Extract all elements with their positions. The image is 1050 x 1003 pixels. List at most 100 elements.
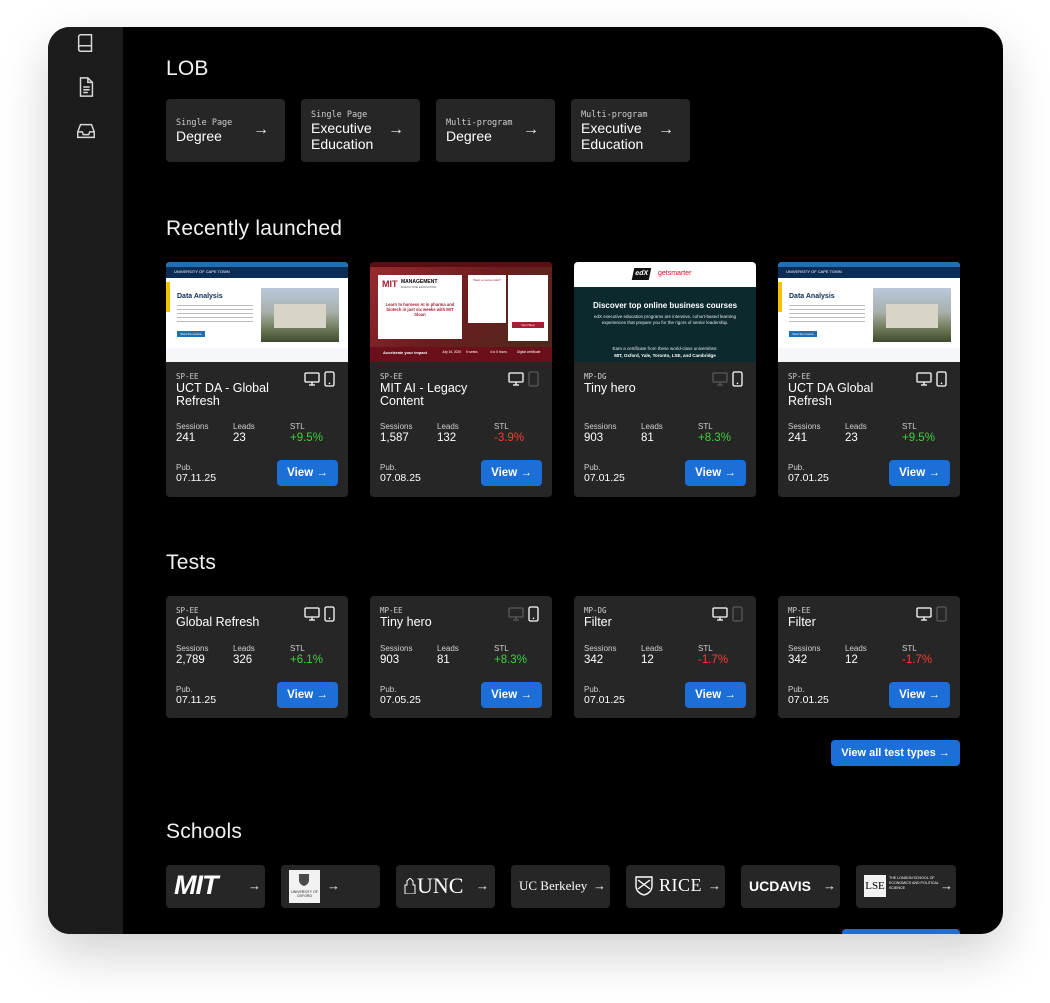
lob-label-2: Education — [311, 136, 374, 152]
lob-type: Single Page — [176, 118, 233, 128]
lob-label-2: Education — [581, 136, 644, 152]
sessions-label: Sessions — [176, 644, 209, 653]
mobile-icon — [936, 371, 947, 387]
recent-card[interactable]: edX getsmarter Discover top online busin… — [574, 262, 756, 497]
pub-date: 07.01.25 — [788, 472, 829, 484]
thumb-heading: Learn to harness AI in pharma and biotec… — [385, 302, 455, 317]
test-card[interactable]: SP-EE Global Refresh Sessions 2,789 Lead… — [166, 596, 348, 718]
stl-value: +8.3% — [698, 432, 731, 444]
arrow-right-icon: → — [327, 878, 340, 893]
app-window: LOB Single Page Degree → Single Page Exe… — [48, 27, 1003, 934]
thumb-earn: Earn a certificate from these world-clas… — [612, 346, 718, 351]
lob-type: Single Page — [311, 110, 368, 120]
recent-card[interactable]: UNIVERSITY OF CAPE TOWN Data Analysis St… — [166, 262, 348, 497]
schools-heading: Schools — [166, 820, 243, 843]
desktop-icon — [916, 607, 932, 621]
view-button[interactable]: View → — [277, 682, 338, 708]
thumb-heading: Data Analysis — [789, 293, 835, 300]
sessions-value: 241 — [788, 432, 808, 444]
stl-value: +6.1% — [290, 654, 323, 666]
school-lse[interactable]: LSE THE LONDON SCHOOL OF ECONOMICS AND P… — [856, 865, 956, 908]
lob-type: Multi-program — [446, 118, 513, 128]
berkeley-logo: UC Berkeley — [519, 878, 588, 893]
school-unc[interactable]: UNC → — [396, 865, 495, 908]
sessions-label: Sessions — [584, 644, 617, 653]
pub-date: 07.01.25 — [788, 694, 829, 706]
tests-heading: Tests — [166, 551, 217, 574]
view-button[interactable]: View → — [481, 682, 542, 708]
partial-button[interactable] — [842, 929, 960, 934]
stl-label: STL — [290, 422, 305, 431]
thumb-heading: Discover top online business courses — [592, 301, 738, 310]
recent-card[interactable]: MIT MANAGEMENT EXECUTIVE EDUCATION Learn… — [370, 262, 552, 497]
desktop-icon-disabled — [508, 607, 524, 621]
school-rice[interactable]: RICE → — [626, 865, 725, 908]
leads-label: Leads — [641, 422, 663, 431]
desktop-icon — [508, 372, 524, 386]
lob-sp-degree[interactable]: Single Page Degree → — [166, 99, 285, 162]
thumb-heading: Data Analysis — [177, 293, 223, 300]
stl-label: STL — [902, 644, 917, 653]
thumb-logo-2: getsmarter — [658, 270, 692, 277]
view-button[interactable]: View → — [685, 682, 746, 708]
sessions-value: 241 — [176, 432, 196, 444]
inbox-icon[interactable] — [75, 120, 97, 142]
view-button[interactable]: View → — [889, 460, 950, 486]
thumb-date: July 16, 2025 — [442, 350, 461, 354]
stl-label: STL — [290, 644, 305, 653]
stl-label: STL — [698, 644, 713, 653]
leads-label: Leads — [233, 422, 255, 431]
stl-value: +9.5% — [290, 432, 323, 444]
thumb-brand: MIT — [382, 279, 398, 289]
unc-logo: UNC — [417, 873, 464, 898]
leads-label: Leads — [233, 644, 255, 653]
lse-mark: LSE — [864, 875, 886, 897]
thumb-weeks: 6 weeks — [466, 350, 478, 354]
pub-date: 07.01.25 — [584, 694, 625, 706]
view-button[interactable]: View → — [277, 460, 338, 486]
document-icon[interactable] — [75, 76, 97, 98]
leads-value: 12 — [641, 654, 654, 666]
lob-sp-exec-ed[interactable]: Single Page Executive Education → — [301, 99, 420, 162]
arrow-right-icon: → — [708, 878, 721, 893]
thumb-submit: Next Step — [512, 322, 544, 328]
test-card[interactable]: MP-EE Tiny hero Sessions 903 Leads 81 ST… — [370, 596, 552, 718]
test-card[interactable]: MP-DG Filter Sessions 342 Leads 12 STL -… — [574, 596, 756, 718]
test-card[interactable]: MP-EE Filter Sessions 342 Leads 12 STL -… — [778, 596, 960, 718]
lse-wordmark: THE LONDON SCHOOL OF ECONOMICS AND POLIT… — [889, 876, 939, 890]
leads-value: 12 — [845, 654, 858, 666]
pub-label: Pub. — [584, 685, 601, 694]
school-oxford[interactable]: UNIVERSITY OF OXFORD → — [281, 865, 380, 908]
card-tag: MP-EE — [380, 606, 403, 615]
thumb-unis: MIT, Oxford, Yale, Toronto, LSE, and Cam… — [614, 353, 716, 358]
pub-label: Pub. — [788, 685, 805, 694]
school-berkeley[interactable]: UC Berkeley → — [511, 865, 610, 908]
thumb-cta: Start the course — [789, 331, 817, 337]
recent-card[interactable]: UNIVERSITY OF CAPE TOWN Data Analysis St… — [778, 262, 960, 497]
lob-mp-degree[interactable]: Multi-program Degree → — [436, 99, 555, 162]
view-button[interactable]: View → — [481, 460, 542, 486]
view-button[interactable]: View → — [685, 460, 746, 486]
thumb-impact: Accelerate your impact — [383, 350, 428, 355]
arrow-right-icon: → — [523, 121, 539, 138]
lob-mp-exec-ed[interactable]: Multi-program Executive Education → — [571, 99, 690, 162]
stl-label: STL — [902, 422, 917, 431]
thumb-brand: UNIVERSITY OF CAPE TOWN — [786, 269, 842, 274]
main-content: LOB Single Page Degree → Single Page Exe… — [123, 27, 1003, 934]
book-icon[interactable] — [75, 32, 97, 54]
thumb-hours: 4 to 6 hours — [490, 350, 507, 354]
thumb-logo: edX — [631, 268, 652, 280]
view-button[interactable]: View → — [889, 682, 950, 708]
school-ucdavis[interactable]: UCDAVIS → — [741, 865, 840, 908]
sessions-label: Sessions — [788, 644, 821, 653]
card-tag: SP-EE — [176, 606, 199, 615]
arrow-right-icon: → — [248, 878, 261, 893]
school-mit[interactable]: MIT → — [166, 865, 265, 908]
view-all-tests-button[interactable]: View all test types → — [831, 740, 960, 766]
arrow-right-icon: → — [823, 878, 836, 893]
mobile-icon — [324, 371, 335, 387]
leads-label: Leads — [845, 644, 867, 653]
card-tag: MP-EE — [788, 606, 811, 615]
oxford-logo: UNIVERSITY OF OXFORD — [289, 870, 320, 903]
pub-label: Pub. — [176, 685, 193, 694]
